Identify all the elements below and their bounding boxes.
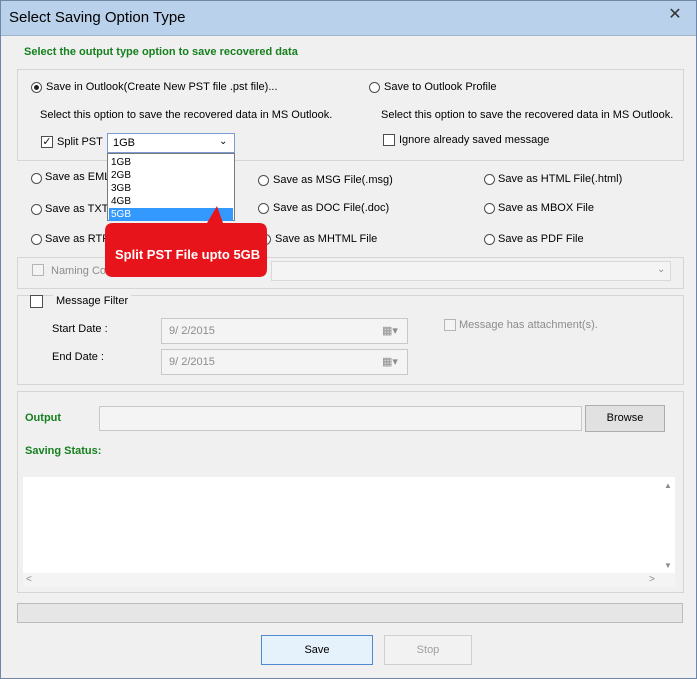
start-date-picker[interactable]: 9/ 2/2015 ▦▾ xyxy=(161,318,408,344)
callout-bubble xyxy=(105,206,267,277)
progress-bar xyxy=(17,603,683,623)
saving-status-log[interactable]: ▲ ▼ < > xyxy=(23,477,675,587)
scroll-left-icon[interactable]: < xyxy=(26,574,32,585)
scroll-up-icon[interactable]: ▲ xyxy=(664,481,672,490)
stop-button[interactable]: Stop xyxy=(384,635,472,665)
output-path-field[interactable] xyxy=(99,406,582,431)
saving-status-label: Saving Status: xyxy=(25,445,102,457)
format-pdf-label[interactable]: Save as PDF File xyxy=(498,233,584,245)
close-icon[interactable]: ✕ xyxy=(665,5,685,25)
format-eml-radio[interactable] xyxy=(31,173,42,184)
split-size-value: 1GB xyxy=(113,137,136,149)
save-to-profile-description: Select this option to save the recovered… xyxy=(381,109,674,121)
format-html-radio[interactable] xyxy=(484,174,495,185)
message-filter-checkbox[interactable] xyxy=(30,295,43,308)
title-bar: Select Saving Option Type ✕ xyxy=(1,1,696,36)
ignore-saved-checkbox[interactable] xyxy=(383,134,395,146)
save-in-outlook-label[interactable]: Save in Outlook(Create New PST file .pst… xyxy=(46,81,278,93)
output-label: Output xyxy=(25,412,62,424)
chevron-down-icon: ⌄ xyxy=(657,264,666,275)
format-mhtml-label[interactable]: Save as MHTML File xyxy=(275,233,377,245)
attachment-label: Message has attachment(s). xyxy=(459,319,598,331)
scroll-down-icon[interactable]: ▼ xyxy=(664,561,672,570)
end-date-value: 9/ 2/2015 xyxy=(169,356,215,368)
format-html-label[interactable]: Save as HTML File(.html) xyxy=(498,173,622,185)
split-option-2gb[interactable]: 2GB xyxy=(109,169,233,182)
format-pdf-radio[interactable] xyxy=(484,234,495,245)
end-date-label: End Date : xyxy=(52,351,104,363)
attachment-checkbox[interactable] xyxy=(444,319,456,331)
save-in-outlook-radio[interactable] xyxy=(31,82,42,93)
format-msg-radio[interactable] xyxy=(258,175,269,186)
dialog-window: Select Saving Option Type ✕ Select the o… xyxy=(0,0,697,679)
format-doc-label[interactable]: Save as DOC File(.doc) xyxy=(273,202,389,214)
chevron-down-icon: ⌄ xyxy=(219,136,228,147)
format-msg-label[interactable]: Save as MSG File(.msg) xyxy=(273,174,393,186)
split-pst-label[interactable]: Split PST xyxy=(57,136,103,148)
format-txt-radio[interactable] xyxy=(31,204,42,215)
save-to-profile-label[interactable]: Save to Outlook Profile xyxy=(384,81,497,93)
browse-button[interactable]: Browse xyxy=(585,405,665,432)
format-mbox-label[interactable]: Save as MBOX File xyxy=(498,202,594,214)
naming-convention-label: Naming Co xyxy=(51,265,107,277)
end-date-picker[interactable]: 9/ 2/2015 ▦▾ xyxy=(161,349,408,375)
format-mbox-radio[interactable] xyxy=(484,203,495,214)
split-pst-checkbox[interactable]: ✓ xyxy=(41,136,53,148)
start-date-label: Start Date : xyxy=(52,323,108,335)
callout-text: Split PST File upto 5GB xyxy=(115,247,261,262)
message-filter-label[interactable]: Message Filter xyxy=(53,295,132,307)
calendar-icon[interactable]: ▦▾ xyxy=(382,324,398,337)
calendar-icon[interactable]: ▦▾ xyxy=(382,355,398,368)
dialog-title: Select Saving Option Type xyxy=(9,9,186,26)
ignore-saved-label[interactable]: Ignore already saved message xyxy=(399,134,549,146)
split-option-1gb[interactable]: 1GB xyxy=(109,156,233,169)
save-in-outlook-description: Select this option to save the recovered… xyxy=(40,109,333,121)
horizontal-scrollbar[interactable]: < > xyxy=(23,573,675,587)
split-size-select[interactable]: 1GB ⌄ xyxy=(107,133,235,153)
naming-convention-checkbox[interactable] xyxy=(32,264,44,276)
format-eml-label[interactable]: Save as EML xyxy=(45,171,110,183)
format-rtf-radio[interactable] xyxy=(31,234,42,245)
save-to-profile-radio[interactable] xyxy=(369,82,380,93)
save-button[interactable]: Save xyxy=(261,635,373,665)
naming-convention-select[interactable]: ⌄ xyxy=(271,261,671,281)
section-heading: Select the output type option to save re… xyxy=(24,46,298,58)
scroll-right-icon[interactable]: > xyxy=(649,574,655,585)
start-date-value: 9/ 2/2015 xyxy=(169,325,215,337)
split-option-3gb[interactable]: 3GB xyxy=(109,182,233,195)
